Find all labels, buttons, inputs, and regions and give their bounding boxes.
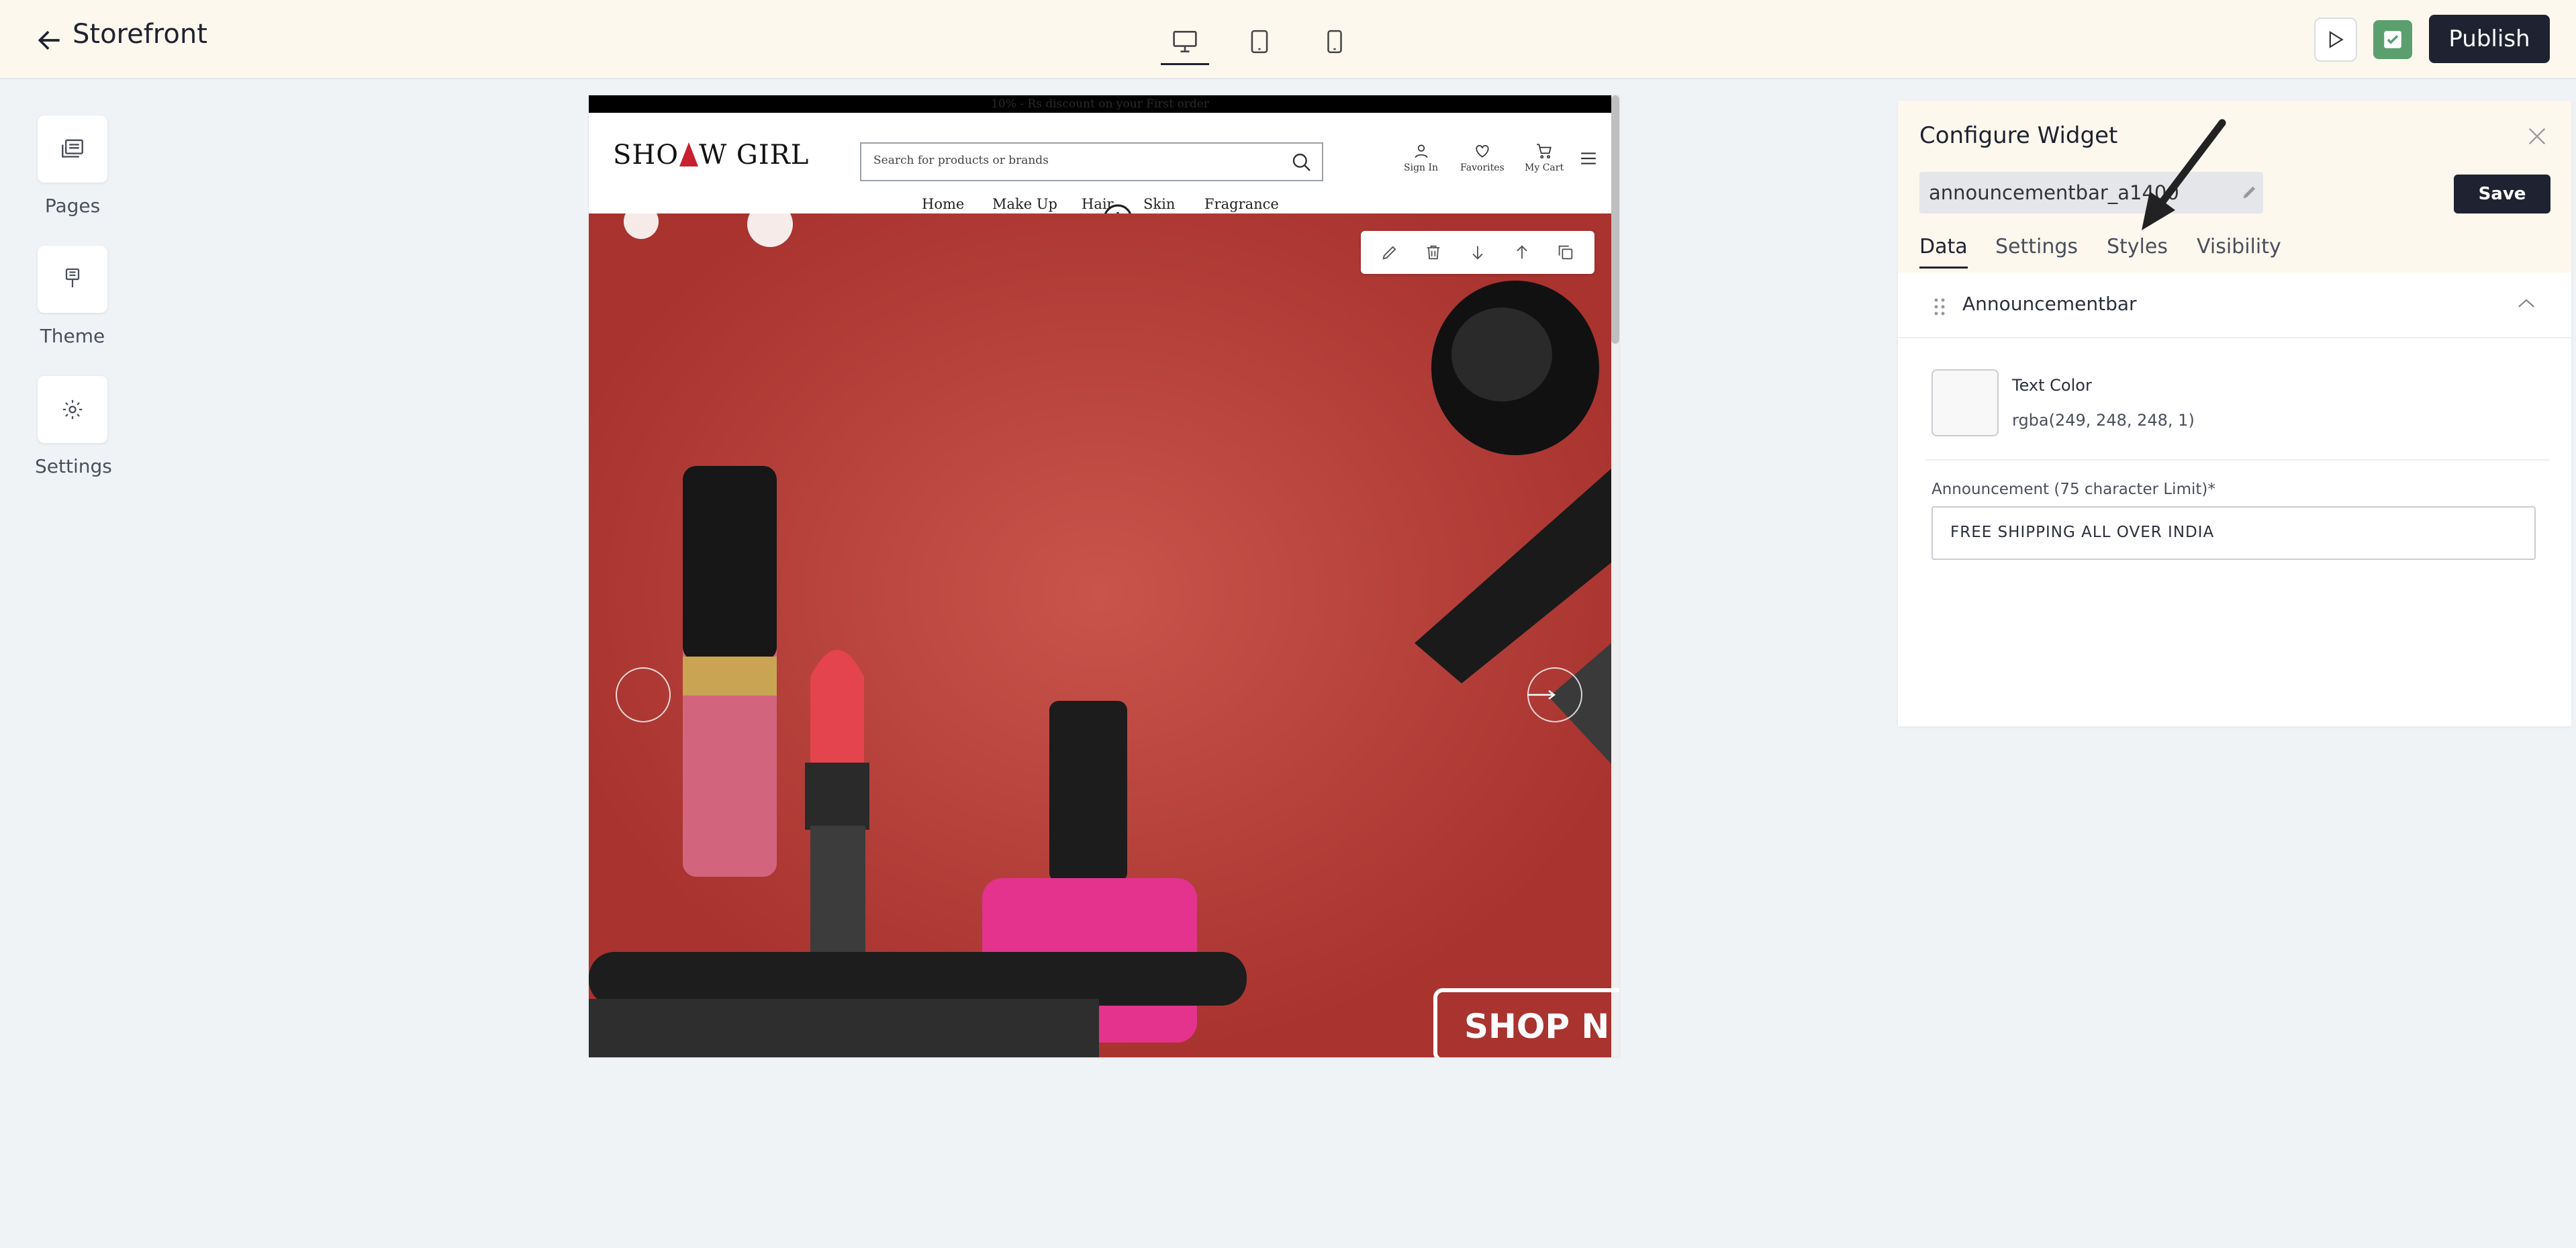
nav-skin[interactable]: Skin: [1143, 196, 1175, 212]
duplicate-icon[interactable]: [1556, 243, 1575, 262]
preview-scrollbar[interactable]: [1611, 95, 1619, 1057]
slide-prev-icon[interactable]: [616, 667, 671, 722]
heart-icon: [1476, 145, 1489, 158]
check-icon: [2384, 31, 2401, 48]
cart-link[interactable]: My Cart: [1525, 142, 1564, 173]
nav-home[interactable]: Home: [922, 196, 964, 212]
app-title: Storefront: [73, 19, 207, 50]
divider: [1925, 459, 2549, 461]
announcement-input[interactable]: FREE SHIPPING ALL OVER INDIA: [1931, 506, 2536, 560]
top-bar: Storefront Publish: [0, 0, 2576, 79]
tab-settings[interactable]: Settings: [1995, 235, 2078, 258]
trash-icon[interactable]: [1424, 243, 1443, 262]
rail-item-settings[interactable]: Settings: [35, 376, 112, 477]
text-color-swatch[interactable]: [1931, 369, 1999, 436]
tablet-view-button[interactable]: [1235, 20, 1284, 63]
tab-styles[interactable]: Styles: [2107, 235, 2168, 258]
store-search-input[interactable]: Search for products or brands: [860, 142, 1323, 181]
play-icon: [2329, 31, 2344, 48]
announcement-bar[interactable]: 10% - Rs discount on your First order: [589, 95, 1611, 113]
save-button[interactable]: Save: [2454, 175, 2550, 213]
pages-icon: [62, 139, 83, 158]
cart-icon: [1537, 144, 1552, 159]
logo-mark-icon: [679, 142, 699, 166]
tablet-icon: [1251, 30, 1268, 54]
text-color-value: rgba(249, 248, 248, 1): [2012, 411, 2195, 430]
chevron-up-icon[interactable]: [2516, 295, 2536, 311]
store-header: SHO W GIRL Search for products or brands …: [589, 113, 1611, 213]
desktop-view-button[interactable]: [1161, 20, 1209, 65]
publish-button[interactable]: Publish: [2429, 15, 2550, 63]
drag-handle-icon[interactable]: [1933, 297, 1946, 317]
search-icon[interactable]: [1291, 152, 1313, 173]
move-down-icon[interactable]: [1468, 243, 1487, 262]
back-arrow-icon[interactable]: [35, 26, 64, 55]
slide-next-icon[interactable]: [1527, 667, 1582, 722]
save-draft-button[interactable]: [2373, 20, 2412, 59]
user-icon: [1414, 144, 1428, 158]
shop-now-button[interactable]: SHOP N: [1433, 988, 1619, 1057]
close-icon[interactable]: [2526, 125, 2548, 148]
nav-make-up[interactable]: Make Up: [992, 196, 1057, 212]
rail-item-theme[interactable]: Theme: [35, 246, 110, 347]
store-logo[interactable]: SHO W GIRL: [613, 140, 809, 171]
hero-image: [589, 213, 1611, 1057]
favorites-link[interactable]: Favorites: [1460, 142, 1505, 173]
hamburger-menu-icon[interactable]: [1580, 150, 1597, 166]
panel-title: Configure Widget: [1919, 122, 2118, 149]
tab-visibility[interactable]: Visibility: [2197, 235, 2281, 258]
text-color-label: Text Color: [2012, 376, 2092, 395]
preview-button[interactable]: [2314, 17, 2357, 62]
edit-icon[interactable]: [1380, 243, 1399, 262]
announcement-label: Announcement (75 character Limit)*: [1931, 481, 2215, 498]
theme-icon: [65, 268, 80, 287]
section-header[interactable]: Announcementbar: [1898, 273, 2571, 338]
pointer-arrow-icon: [2142, 119, 2226, 230]
rail-item-pages[interactable]: Pages: [35, 115, 110, 217]
hero-banner[interactable]: [589, 213, 1611, 1057]
pencil-icon[interactable]: [2240, 183, 2259, 201]
section-title: Announcementbar: [1962, 293, 2137, 315]
widget-toolbar: [1361, 231, 1594, 274]
storefront-preview[interactable]: 10% - Rs discount on your First order SH…: [589, 95, 1619, 1057]
mobile-icon: [1327, 30, 1342, 54]
tab-data[interactable]: Data: [1919, 235, 1968, 269]
mobile-view-button[interactable]: [1310, 20, 1359, 63]
gear-icon: [62, 399, 83, 420]
nav-fragrance[interactable]: Fragrance: [1204, 196, 1279, 212]
sign-in-link[interactable]: Sign In: [1404, 142, 1438, 173]
move-up-icon[interactable]: [1513, 243, 1531, 262]
desktop-icon: [1173, 30, 1197, 53]
